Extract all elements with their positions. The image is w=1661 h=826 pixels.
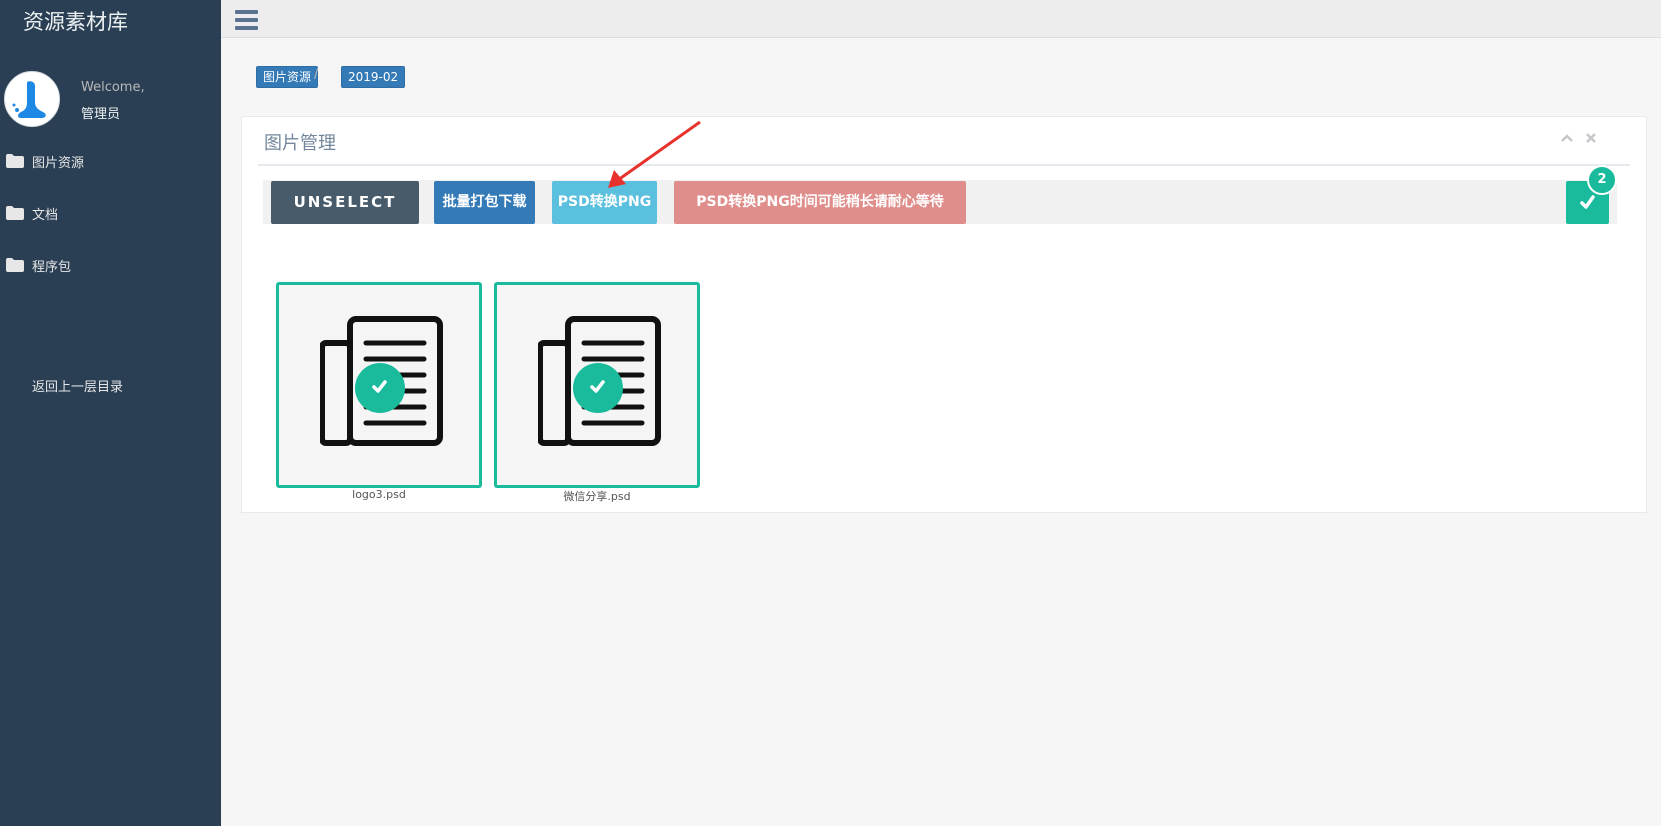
breadcrumb-item-images[interactable]: 图片资源 (256, 66, 319, 88)
file-name: 微信分享.psd (563, 490, 631, 503)
breadcrumb-item-month[interactable]: 2019-02 (341, 66, 406, 88)
selected-check-icon (355, 363, 405, 413)
panel-title: 图片管理 (264, 133, 336, 154)
psd-to-png-button[interactable]: PSD转换PNG (552, 181, 657, 224)
sidebar-item-label: 文档 (32, 207, 59, 223)
menu-toggle-button[interactable] (235, 10, 258, 30)
sidebar-item-images[interactable]: 图片资源 (6, 149, 84, 173)
hamburger-icon (235, 26, 258, 30)
sidebar-item-packages[interactable]: 程序包 (6, 253, 71, 277)
hamburger-icon (235, 18, 258, 22)
file-card[interactable] (494, 282, 700, 488)
sidebar-item-label: 图片资源 (32, 155, 85, 171)
top-nav (221, 0, 1661, 38)
image-management-panel: 图片管理 UNSELECT 批量打包下载 PSD转换PNG PSD转换PNG时间… (241, 116, 1647, 513)
close-icon[interactable] (1584, 131, 1598, 145)
avatar (4, 71, 60, 127)
folder-icon (6, 258, 24, 272)
folder-icon (6, 206, 24, 220)
sidebar: 资源素材库 Welcome, 管理员 图片资源 文档 程序包 返回上一层目录 (0, 0, 221, 826)
selected-check-icon (573, 363, 623, 413)
file-card[interactable] (276, 282, 482, 488)
conversion-notice: PSD转换PNG时间可能稍长请耐心等待 (674, 181, 966, 224)
toolbar: UNSELECT 批量打包下载 PSD转换PNG PSD转换PNG时间可能稍长请… (263, 165, 1617, 224)
panel-controls (1560, 131, 1598, 145)
breadcrumb: 图片资源 / 2019-02 (241, 58, 1646, 98)
user-avatar-icon (12, 81, 46, 118)
welcome-text: Welcome, (81, 80, 145, 95)
sidebar-item-label: 程序包 (32, 259, 72, 275)
file-name: logo3.psd (352, 488, 406, 501)
panel-divider (258, 164, 1630, 166)
collapse-icon[interactable] (1560, 131, 1574, 145)
username: 管理员 (81, 107, 121, 122)
app-title[interactable]: 资源素材库 (23, 6, 128, 36)
breadcrumb-separator: / (314, 67, 319, 82)
sidebar-item-docs[interactable]: 文档 (6, 201, 58, 225)
folder-icon (6, 154, 24, 168)
unselect-button[interactable]: UNSELECT (271, 181, 419, 224)
selected-count-badge: 2 (1587, 165, 1617, 195)
back-to-parent-link[interactable]: 返回上一层目录 (32, 376, 123, 395)
hamburger-icon (235, 10, 258, 14)
batch-download-button[interactable]: 批量打包下载 (434, 181, 535, 224)
